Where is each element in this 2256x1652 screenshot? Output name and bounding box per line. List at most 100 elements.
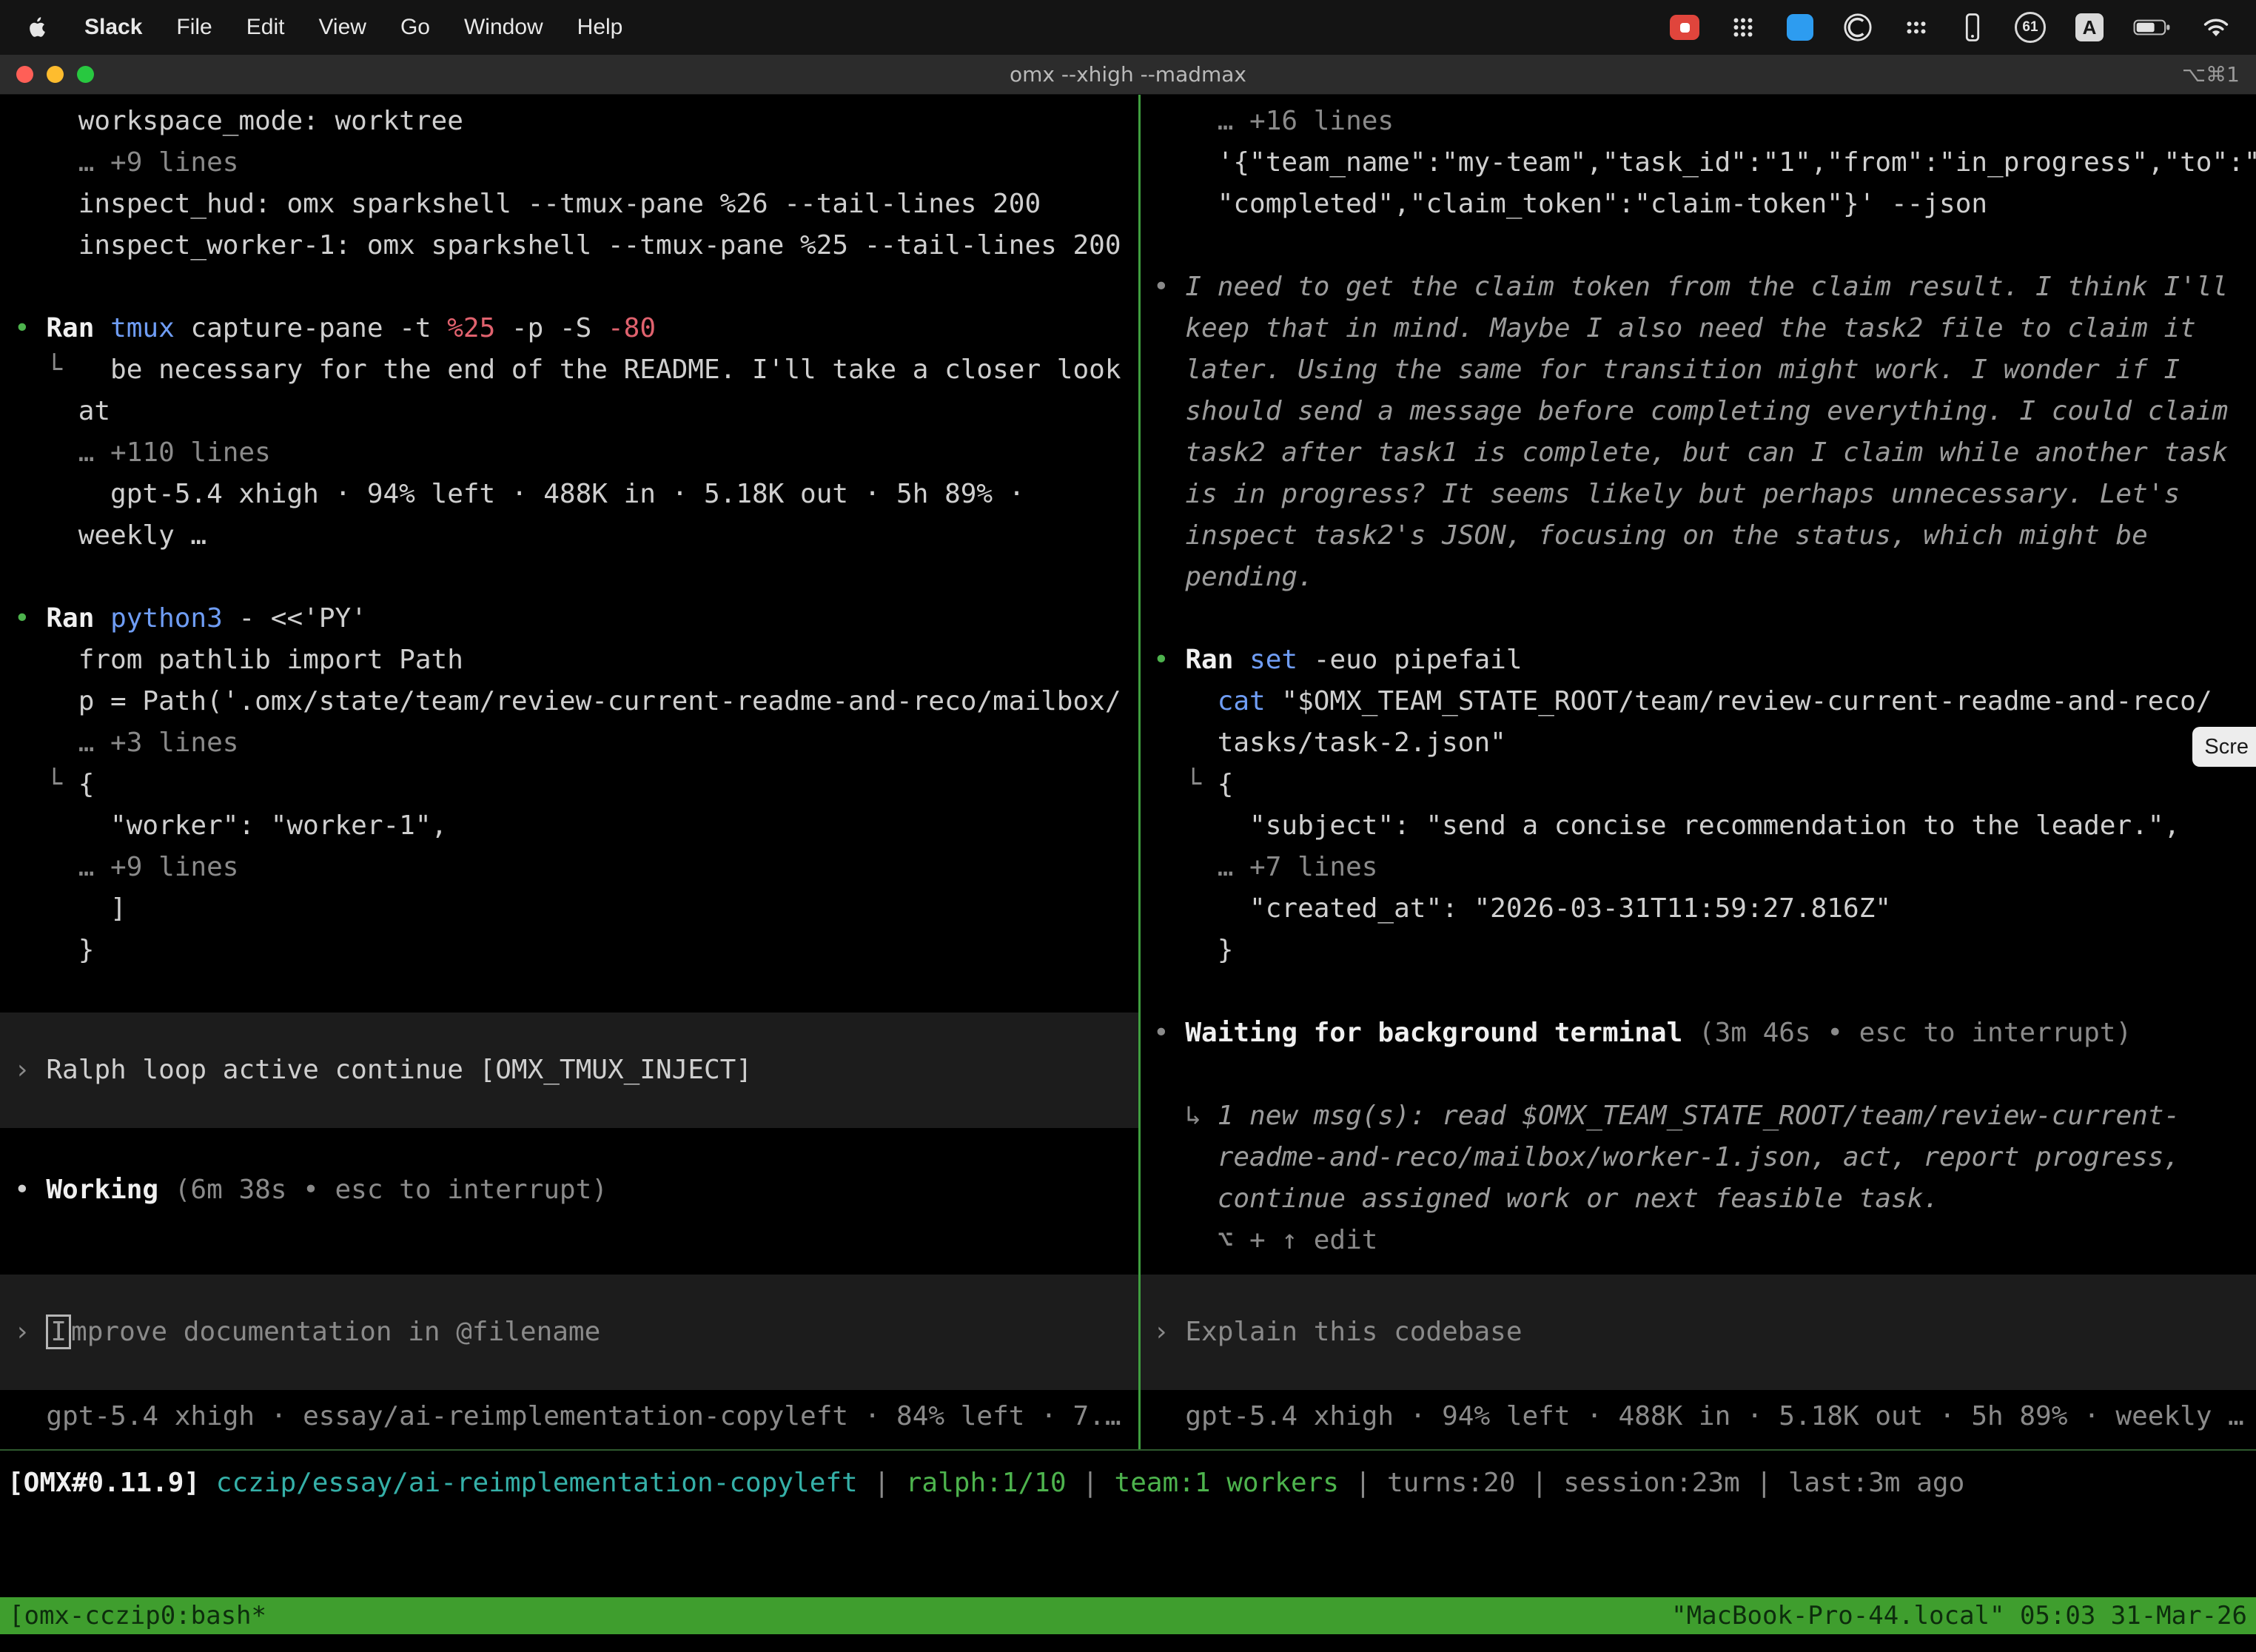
text-segment: team:1 workers [1115,1468,1339,1498]
text-segment: Ran [1185,645,1249,675]
text-segment: from pathlib import Path [14,645,463,675]
input-source-icon[interactable]: A [2075,13,2104,41]
text-segment: └ [1153,769,1218,799]
tmux-session-label: [omx-cczip0:bash* [9,1597,266,1634]
terminal-line: weekly … [0,515,1138,557]
text-segment: { [78,769,95,799]
menu-view[interactable]: View [318,15,366,40]
input-source-letter: A [2083,16,2097,39]
screen-recording-icon[interactable] [1670,15,1699,40]
terminal-line: ] [0,888,1138,930]
wifi-icon[interactable] [2201,10,2231,44]
apple-menu-icon[interactable] [25,15,50,40]
keypad-dots-icon [1729,13,1757,41]
menu-edit[interactable]: Edit [246,15,285,40]
terminal-line: gpt-5.4 xhigh · 94% left · 488K in · 5.1… [1141,1396,2256,1437]
terminal-line: cat "$OMX_TEAM_STATE_ROOT/team/review-cu… [1141,681,2256,722]
text-segment: python3 [110,603,238,634]
text-segment: be necessary for the end of the README. … [110,355,1121,385]
phone-icon[interactable] [1960,10,1985,44]
terminal-line: • Ran tmux capture-pane -t %25 -p -S -80 [0,308,1138,349]
app-grid-icon[interactable] [1902,10,1930,44]
text-segment: set [1249,645,1314,675]
text-segment: tmux [110,313,190,343]
terminal-line: task2 after task1 is complete, but can I… [1141,432,2256,474]
terminal-line: … +110 lines [0,432,1138,474]
omx-status-area: [OMX#0.11.9] cczip/essay/ai-reimplementa… [0,1451,2256,1597]
terminal-line: … +9 lines [0,847,1138,888]
pane-right-scrollback: … +16 lines '{"team_name":"my-team","tas… [1141,101,2256,1261]
window-title: omx --xhigh --madmax [0,62,2256,87]
blank-line [1141,225,2256,266]
menu-file[interactable]: File [176,15,212,40]
text-segment: I need to get the claim token from the c… [1185,272,2228,302]
text-segment: pending. [1153,562,1314,592]
menu-list: File Edit View Go Window Help [176,15,622,40]
zoom-button[interactable] [77,66,94,83]
composer-input-right[interactable]: › Explain this codebase [1141,1275,2256,1390]
blue-app-icon[interactable] [1787,14,1813,41]
battery-gauge-icon[interactable]: 61 [2015,12,2046,43]
text-segment: | [858,1468,906,1498]
blank-line [1141,598,2256,639]
terminal-line: … +9 lines [0,142,1138,184]
text-segment: continue assigned work or next feasible … [1153,1183,1939,1214]
text-segment: gpt-5.4 xhigh · 94% left · 488K in · 5.1… [14,479,1024,509]
composer-input-left[interactable]: › Improve documentation in @filename [0,1275,1138,1390]
active-app-menu[interactable]: Slack [84,15,142,40]
keypad-icon[interactable] [1729,10,1757,44]
pane-left[interactable]: workspace_mode: worktree … +9 lines insp… [0,95,1138,1449]
prompt-line: › Improve documentation in @filename [0,1312,1138,1353]
text-segment: | turns:20 | session:23m | last:3m ago [1339,1468,1964,1498]
wifi-arcs-icon [2201,16,2231,39]
text-segment: at [14,396,110,426]
text-segment: { [1218,769,1234,799]
blank-line [0,266,1138,308]
menu-go[interactable]: Go [400,15,430,40]
terminal-line: readme-and-reco/mailbox/worker-1.json, a… [1141,1137,2256,1178]
ralph-loop-banner[interactable]: › Ralph loop active continue [OMX_TMUX_I… [0,1013,1138,1128]
text-segment: gpt-5.4 xhigh · 94% left · 488K in · 5.1… [1153,1401,2244,1431]
terminal-window: omx --xhigh --madmax ⌥⌘1 workspace_mode:… [0,55,2256,1652]
menu-help[interactable]: Help [577,15,623,40]
text-segment: Working [46,1175,174,1205]
terminal-line: workspace_mode: worktree [0,101,1138,142]
recording-dot-icon [1680,23,1690,33]
blank-line [0,557,1138,598]
text-segment: Waiting for background terminal [1185,1018,1699,1048]
minimize-button[interactable] [47,66,64,83]
terminal-line: inspect_worker-1: omx sparkshell --tmux-… [0,225,1138,266]
text-segment: -80 [608,313,656,343]
terminal-line: "worker": "worker-1", [0,805,1138,847]
terminal-line: "created_at": "2026-03-31T11:59:27.816Z" [1141,888,2256,930]
window-titlebar[interactable]: omx --xhigh --madmax ⌥⌘1 [0,55,2256,95]
menu-window[interactable]: Window [464,15,543,40]
text-segment: task2 after task1 is complete, but can I… [1153,437,2228,468]
text-segment: Ran [46,313,110,343]
text-segment: - <<'PY' [238,603,366,634]
text-segment: I [46,1314,71,1349]
terminal-line: later. Using the same for transition mig… [1141,349,2256,391]
text-segment: "completed","claim_token":"claim-token"}… [1153,189,1987,219]
menu-bar-left: Slack File Edit View Go Window Help [25,15,622,40]
terminal-line: • Ran python3 - <<'PY' [0,598,1138,639]
battery-glyph-icon [2133,17,2172,38]
dark-app-icon[interactable] [1843,10,1873,44]
tmux-status-bar: [omx-cczip0:bash* "MacBook-Pro-44.local"… [0,1597,2256,1634]
text-segment: inspect_worker-1: omx sparkshell --tmux-… [14,230,1121,261]
terminal-line: inspect task2's JSON, focusing on the st… [1141,515,2256,557]
pane-right[interactable]: … +16 lines '{"team_name":"my-team","tas… [1141,95,2256,1449]
text-segment: › Explain this codebase [1153,1317,1523,1347]
pane-left-scrollback: workspace_mode: worktree … +9 lines insp… [0,101,1138,1211]
text-segment: "worker": "worker-1", [14,810,447,841]
close-button[interactable] [16,66,33,83]
omx-status-line: [OMX#0.11.9] cczip/essay/ai-reimplementa… [7,1463,2256,1504]
blank-line [1141,971,2256,1013]
window-shortcut-hint: ⌥⌘1 [2182,62,2240,87]
battery-icon[interactable] [2133,10,2172,44]
terminal-line: • Working (6m 38s • esc to interrupt) [0,1169,1138,1211]
terminal-line: └ { [1141,764,2256,805]
terminal-line: from pathlib import Path [0,639,1138,681]
blank-line [1141,1054,2256,1095]
app-grid-dots-icon [1902,13,1930,41]
